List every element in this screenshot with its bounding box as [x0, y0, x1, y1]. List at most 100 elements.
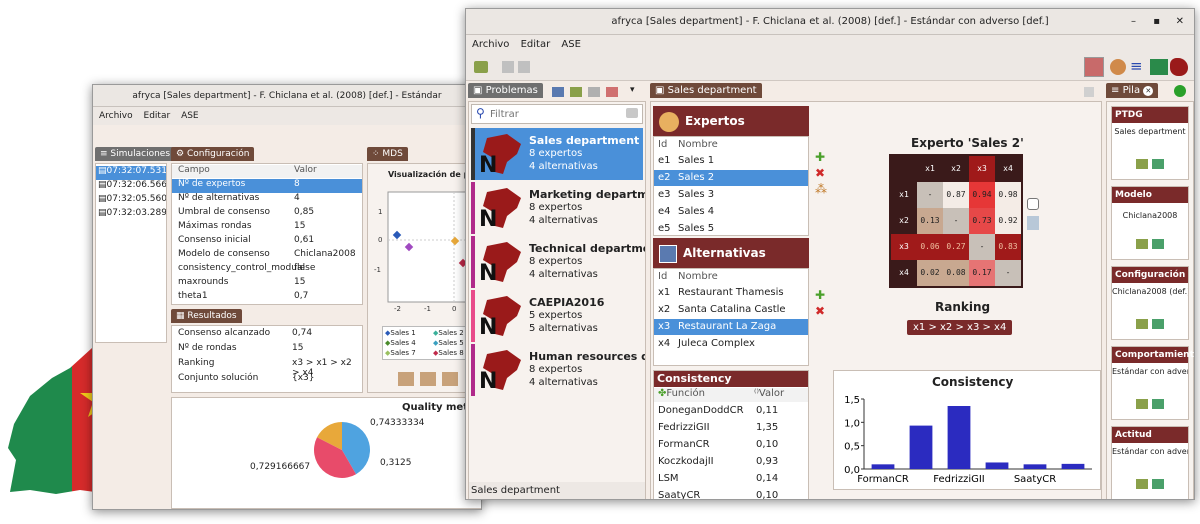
- menu-archivo[interactable]: Archivo: [472, 35, 509, 55]
- pila-panel: PTDG Sales department Modelo Chiclana2008 Co…: [1106, 101, 1194, 499]
- delete-problem-icon[interactable]: [606, 87, 618, 97]
- menu-ase[interactable]: ASE: [561, 35, 581, 55]
- load-icon[interactable]: [1152, 159, 1164, 169]
- edit-icon[interactable]: [1136, 399, 1148, 409]
- simulation-item[interactable]: ▤07:32:06.566: [96, 180, 166, 194]
- consistency-val-header: Valor: [758, 388, 785, 399]
- config-row[interactable]: theta1 0,7: [172, 291, 362, 304]
- save-all-icon[interactable]: [518, 61, 530, 73]
- expert-row[interactable]: e3 Sales 3: [654, 187, 808, 203]
- new-problem-icon[interactable]: [570, 87, 582, 97]
- alternative-row[interactable]: x2 Santa Catalina Castle: [654, 302, 808, 318]
- mds-legend: ◆Sales 1 ◆Sales 2 ◆Sales 4 ◆Sales 5 ◆Sal…: [382, 326, 478, 360]
- problem-name: Human resources depart: [529, 350, 645, 363]
- add-expert-icon[interactable]: ✚: [815, 150, 825, 164]
- config-row[interactable]: Consenso inicial 0,61: [172, 235, 362, 249]
- group-expert-icon[interactable]: ⁂: [815, 182, 827, 196]
- tab-simulaciones[interactable]: ≡ Simulaciones: [95, 147, 176, 161]
- save-icon[interactable]: [502, 61, 514, 73]
- tab-problemas[interactable]: ▣ Problemas: [468, 83, 543, 98]
- chevron-down-icon[interactable]: ▾: [630, 85, 635, 95]
- close-tab-icon[interactable]: ✕: [1143, 86, 1154, 96]
- load-icon[interactable]: [1152, 479, 1164, 489]
- perspective-list-icon[interactable]: ≡: [1130, 59, 1146, 75]
- problem-item[interactable]: N Marketing department8 expertos 4 alterna…: [471, 182, 645, 234]
- add-alternative-icon[interactable]: ✚: [815, 288, 825, 302]
- expert-row[interactable]: e2 Sales 2: [654, 170, 808, 186]
- simulation-item[interactable]: ▤07:32:05.560: [96, 194, 166, 208]
- close-button[interactable]: ✕: [1176, 9, 1184, 35]
- sim-icon: ▤: [98, 166, 107, 176]
- perspective-model-icon[interactable]: [1110, 59, 1126, 75]
- minimize-button[interactable]: –: [1131, 9, 1136, 35]
- tab-sales-department[interactable]: ▣ Sales department: [650, 83, 762, 98]
- expert-row[interactable]: e5 Sales 5: [654, 221, 808, 235]
- perspective-graph-icon[interactable]: [1150, 59, 1168, 75]
- edit-icon[interactable]: [1136, 479, 1148, 489]
- simulation-item[interactable]: ▤07:32:03.289: [96, 208, 166, 222]
- load-icon[interactable]: [1152, 239, 1164, 249]
- config-key: maxrounds: [178, 277, 229, 287]
- stack-card-title: Comportamiento: [1112, 347, 1194, 363]
- africa-logo-icon: N: [477, 186, 525, 232]
- problem-name: Sales department: [529, 134, 640, 147]
- config-row[interactable]: maxrounds 15: [172, 277, 362, 291]
- tab-configuracion[interactable]: ⚙ Configuración: [171, 147, 255, 161]
- menu-editar[interactable]: Editar: [521, 35, 551, 55]
- config-row[interactable]: Máximas rondas 15: [172, 221, 362, 235]
- alternative-row[interactable]: x4 Juleca Complex: [654, 336, 808, 352]
- problem-item[interactable]: N CAEPIA2016 5 expertos 5 alternativas: [471, 290, 643, 342]
- dice-icon[interactable]: [1027, 198, 1039, 210]
- problem-item[interactable]: N Technical department8 expertos 4 alterna…: [471, 236, 645, 288]
- config-row[interactable]: Modelo de consenso Chiclana2008: [172, 249, 362, 263]
- edit-icon[interactable]: [1136, 239, 1148, 249]
- save-panel-icon[interactable]: [1084, 87, 1094, 97]
- chart-bar: [1061, 463, 1085, 469]
- clear-filter-icon[interactable]: [626, 108, 638, 118]
- config-header-valor: Valor: [294, 165, 317, 175]
- tab-mds[interactable]: ⁘ MDS: [367, 147, 408, 161]
- africa-logo-icon: N: [477, 348, 525, 394]
- tab-resultados[interactable]: ▦ Resultados: [171, 309, 242, 323]
- add-problem-icon[interactable]: [474, 61, 488, 73]
- back-menu-ase[interactable]: ASE: [181, 107, 199, 125]
- config-row[interactable]: Umbral de consenso 0,85: [172, 207, 362, 221]
- tab-pila[interactable]: ≡ Pila ✕: [1106, 83, 1159, 98]
- problem-alternatives: 4 alternativas: [529, 215, 598, 226]
- edit-icon[interactable]: [1136, 319, 1148, 329]
- config-row[interactable]: Nº de alternativas 4: [172, 193, 362, 207]
- back-menu-archivo[interactable]: Archivo: [99, 107, 133, 125]
- result-key: Ranking: [178, 358, 215, 368]
- copy-icon[interactable]: [588, 87, 600, 97]
- perspective-africa-icon[interactable]: [1170, 58, 1188, 76]
- delete-expert-icon[interactable]: ✖: [815, 166, 825, 180]
- play-button[interactable]: [441, 372, 458, 386]
- stack-card: Configuración Chiclana2008 (def.): [1111, 266, 1189, 340]
- load-icon[interactable]: [1152, 319, 1164, 329]
- simulation-item[interactable]: ▤07:32:07.531: [96, 166, 166, 180]
- prev-round-button[interactable]: [419, 372, 436, 386]
- edit-icon[interactable]: [1136, 159, 1148, 169]
- delete-alternative-icon[interactable]: ✖: [815, 304, 825, 318]
- expert-row[interactable]: e1 Sales 1: [654, 153, 808, 169]
- config-row[interactable]: consistency_control_module false: [172, 263, 362, 277]
- matrix-tool-icon[interactable]: [1027, 216, 1039, 230]
- back-menu-editar[interactable]: Editar: [144, 107, 171, 125]
- maximize-button[interactable]: ▪: [1153, 9, 1160, 35]
- problem-item[interactable]: N Sales department 8 expertos 4 alternativa…: [471, 128, 643, 180]
- load-icon[interactable]: [1152, 399, 1164, 409]
- expert-row[interactable]: e4 Sales 4: [654, 204, 808, 220]
- alternative-row[interactable]: x3 Restaurant La Zaga: [654, 319, 808, 335]
- alternative-row[interactable]: x1 Restaurant Thamesis: [654, 285, 808, 301]
- run-icon[interactable]: [1174, 85, 1186, 97]
- matrix-row-header: x4: [891, 260, 917, 286]
- perspective-ptdg-icon[interactable]: [1084, 57, 1104, 77]
- problem-item[interactable]: N Human resources depart8 expertos 4 alter…: [471, 344, 645, 396]
- config-row[interactable]: Nº de expertos 8: [172, 179, 362, 193]
- quality-pie-chart: [314, 422, 370, 478]
- filter-input[interactable]: [490, 107, 620, 121]
- first-round-button[interactable]: [398, 372, 414, 386]
- import-icon[interactable]: [552, 87, 564, 97]
- config-key: Umbral de consenso: [178, 207, 271, 217]
- matrix-cell: 0.87: [943, 182, 969, 208]
